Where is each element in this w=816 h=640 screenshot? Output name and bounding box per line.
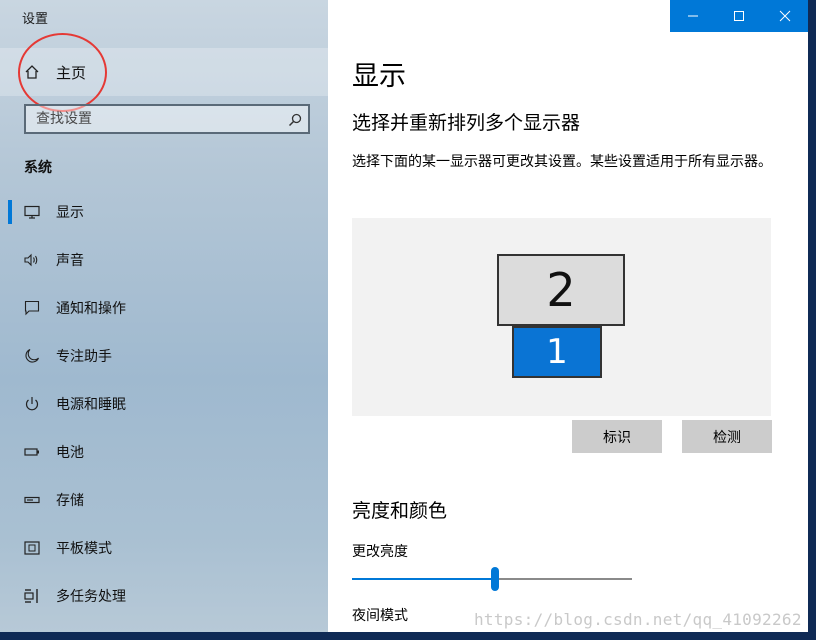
search-input[interactable] <box>26 106 286 132</box>
red-annotation-circle <box>18 33 107 112</box>
rearrange-heading: 选择并重新排列多个显示器 <box>352 112 581 134</box>
night-mode-label: 夜间模式 <box>352 608 408 624</box>
sidebar: 设置 主页 系统 显示 声音 <box>0 0 328 632</box>
selection-indicator <box>8 200 12 224</box>
sidebar-item-label: 专注助手 <box>56 349 112 365</box>
sidebar-item-label: 通知和操作 <box>56 301 126 317</box>
identify-button[interactable]: 标识 <box>572 420 662 453</box>
sidebar-item-label: 显示 <box>56 205 84 221</box>
monitor-2[interactable]: 2 <box>497 254 625 326</box>
window-title: 设置 <box>22 12 49 27</box>
storage-icon <box>24 492 40 508</box>
maximize-icon <box>734 11 744 21</box>
sidebar-item-power-sleep[interactable]: 电源和睡眠 <box>0 380 328 428</box>
brightness-heading: 亮度和颜色 <box>352 500 448 522</box>
sidebar-item-label: 声音 <box>56 253 84 269</box>
monitor-number: 2 <box>546 263 576 317</box>
message-icon <box>24 300 40 316</box>
brightness-label: 更改亮度 <box>352 544 408 560</box>
multitask-icon <box>24 588 40 604</box>
sidebar-item-battery[interactable]: 电池 <box>0 428 328 476</box>
monitor-1[interactable]: 1 <box>512 326 602 378</box>
minimize-button[interactable] <box>670 0 716 32</box>
tablet-icon <box>24 540 40 556</box>
section-label-system: 系统 <box>24 160 52 176</box>
sidebar-item-display[interactable]: 显示 <box>0 188 328 236</box>
page-title: 显示 <box>352 61 406 92</box>
window-controls <box>670 0 808 32</box>
maximize-button[interactable] <box>716 0 762 32</box>
sidebar-item-label: 多任务处理 <box>56 589 126 605</box>
settings-window: 设置 主页 系统 显示 声音 <box>0 0 808 632</box>
sidebar-item-focus-assist[interactable]: 专注助手 <box>0 332 328 380</box>
brightness-slider[interactable] <box>352 567 632 591</box>
sidebar-item-label: 存储 <box>56 493 84 509</box>
sidebar-item-multitasking[interactable]: 多任务处理 <box>0 572 328 620</box>
close-icon <box>779 10 791 22</box>
sidebar-item-notifications[interactable]: 通知和操作 <box>0 284 328 332</box>
power-icon <box>24 396 40 412</box>
brightness-slider-fill <box>352 578 495 580</box>
minimize-icon <box>688 15 698 17</box>
display-arrangement-area[interactable]: 2 1 <box>352 218 771 416</box>
search-icon[interactable] <box>288 112 302 127</box>
monitor-number: 1 <box>546 332 568 372</box>
sidebar-item-label: 平板模式 <box>56 541 112 557</box>
battery-icon <box>24 444 40 460</box>
watermark: https://blog.csdn.net/qq_41092262 <box>474 610 802 629</box>
sidebar-item-sound[interactable]: 声音 <box>0 236 328 284</box>
sidebar-item-label: 电池 <box>56 445 84 461</box>
brightness-slider-thumb[interactable] <box>490 567 499 591</box>
speaker-icon <box>24 252 40 268</box>
detect-button[interactable]: 检测 <box>682 420 772 453</box>
close-button[interactable] <box>762 0 808 32</box>
search-box[interactable] <box>24 104 310 134</box>
rearrange-description: 选择下面的某一显示器可更改其设置。某些设置适用于所有显示器。 <box>352 154 772 170</box>
monitor-icon <box>24 204 40 220</box>
sidebar-item-storage[interactable]: 存储 <box>0 476 328 524</box>
moon-icon <box>24 348 40 364</box>
sidebar-item-tablet-mode[interactable]: 平板模式 <box>0 524 328 572</box>
sidebar-item-label: 电源和睡眠 <box>56 397 126 413</box>
main-content: 显示 选择并重新排列多个显示器 选择下面的某一显示器可更改其设置。某些设置适用于… <box>328 0 808 632</box>
